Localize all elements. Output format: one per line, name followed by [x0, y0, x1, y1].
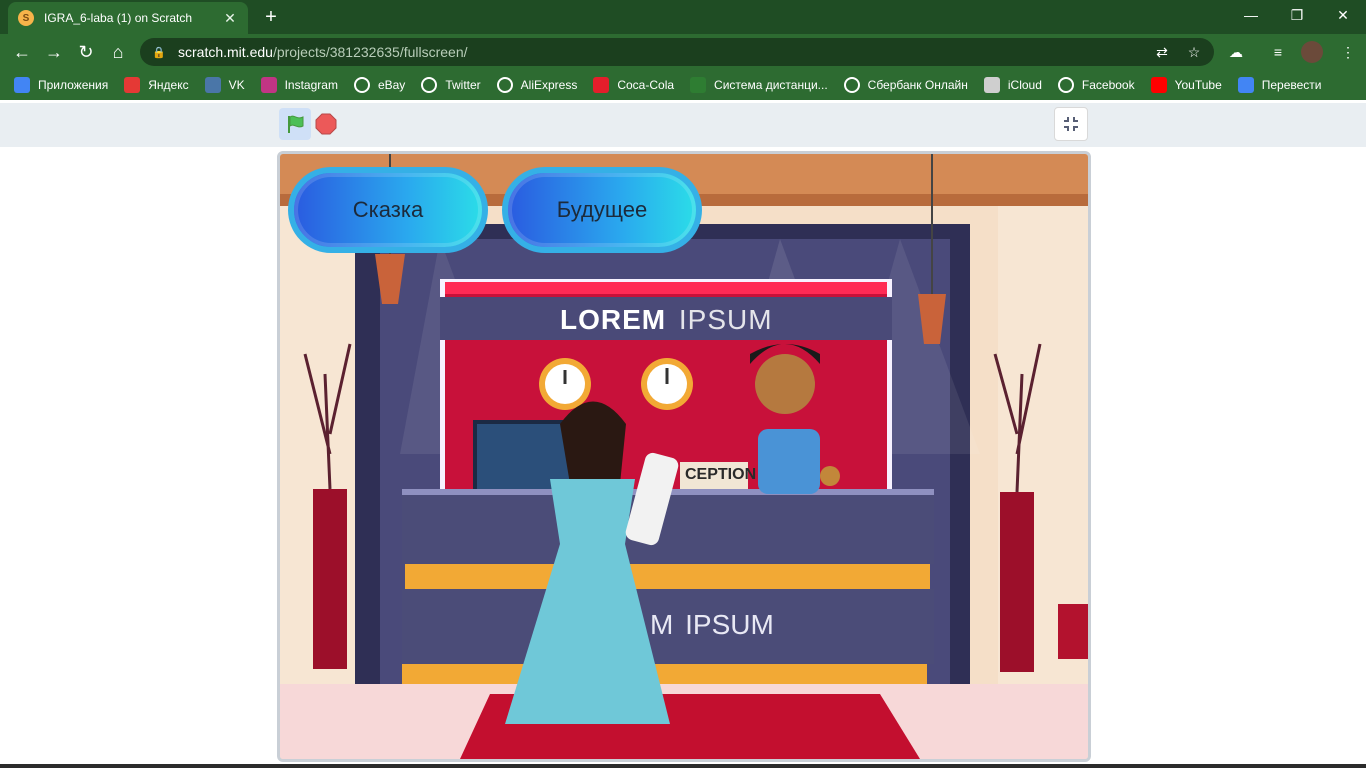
lock-icon: 🔒 — [152, 46, 166, 59]
bookmark-label: Система дистанци... — [714, 78, 828, 92]
bookmark-label: Яндекс — [148, 78, 189, 92]
bookmark-item[interactable]: YouTube — [1150, 77, 1222, 93]
bookmark-label: Twitter — [445, 78, 481, 92]
skazka-button-label: Сказка — [352, 197, 424, 222]
bookmark-item[interactable]: iCloud — [983, 77, 1042, 93]
coca-cola-icon — [593, 77, 610, 93]
green-flag-button[interactable] — [279, 108, 311, 140]
bookmark-item[interactable]: AliExpress — [496, 77, 578, 93]
bookmark-label: Coca-Cola — [617, 78, 675, 92]
desk-sign-light: IPSUM — [685, 609, 774, 640]
bookmark-item[interactable]: eBay — [353, 77, 406, 93]
bookmark-item[interactable]: Система дистанци... — [690, 77, 828, 93]
bookmark-label: Instagram — [284, 78, 338, 92]
bookmark-label: AliExpress — [520, 78, 578, 92]
bookmarks-bar: Приложения Яндекс VK Instagram eBay Twitter Al… — [0, 70, 1366, 100]
bookmark-item[interactable]: Приложения — [14, 77, 108, 93]
bookmark-star-icon[interactable]: ☆ — [1180, 38, 1208, 66]
scratch-controls-bar — [0, 103, 1366, 147]
globe-icon — [353, 77, 370, 93]
budushchee-button-label: Будущее — [556, 197, 648, 222]
translate-icon — [1237, 77, 1254, 93]
budushchee-button[interactable]: Будущее — [502, 167, 702, 253]
forward-button[interactable]: → — [40, 38, 68, 66]
lorem-sign: LOREM IPSUM — [560, 304, 773, 336]
bookmark-item[interactable]: Coca-Cola — [593, 77, 674, 93]
bookmark-item[interactable]: Сбербанк Онлайн — [843, 77, 968, 93]
desk-sign-partial: M — [650, 609, 674, 640]
translate-page-icon[interactable]: ⇄ — [1148, 38, 1176, 66]
minimize-button[interactable]: — — [1228, 0, 1274, 30]
bookmark-label: YouTube — [1174, 78, 1222, 92]
profile-avatar[interactable] — [1298, 38, 1326, 66]
stop-sign-icon — [315, 113, 337, 135]
lorem-sign-light: IPSUM — [678, 304, 773, 335]
close-window-button[interactable]: ✕ — [1320, 0, 1366, 30]
stop-button[interactable] — [315, 113, 337, 135]
skazka-button[interactable]: Сказка — [288, 167, 488, 253]
reception-sign-text: CEPTION — [685, 466, 757, 483]
bookmark-item[interactable]: Twitter — [421, 77, 481, 93]
taskbar-edge — [0, 764, 1366, 768]
browser-toolbar: ← → ↻ ⌂ 🔒 scratch.mit.edu/projects/38123… — [0, 34, 1366, 70]
lorem-sign-bold: LOREM — [560, 304, 667, 335]
url-host: scratch.mit.edu — [178, 44, 273, 60]
home-button[interactable]: ⌂ — [104, 38, 132, 66]
tab-title: IGRA_6-laba (1) on Scratch — [44, 11, 193, 25]
apps-grid-icon — [14, 77, 30, 93]
bookmark-label: VK — [228, 78, 245, 92]
bookmark-label: iCloud — [1007, 78, 1042, 92]
url-path: /projects/381232635/fullscreen/ — [272, 44, 468, 60]
globe-icon — [1057, 77, 1074, 93]
menu-kebab-icon[interactable]: ⋮ — [1334, 38, 1362, 66]
desk-sign: M IPSUM — [650, 609, 774, 641]
bookmark-label: Сбербанк Онлайн — [867, 78, 968, 92]
tab-close-icon[interactable]: ✕ — [222, 10, 238, 26]
restore-button[interactable]: ❐ — [1274, 0, 1320, 30]
globe-icon — [496, 77, 513, 93]
scratch-stage[interactable]: LOREM IPSUM CEPTION M IPSUM Сказка Будущ… — [277, 151, 1091, 762]
back-button[interactable]: ← — [8, 38, 36, 66]
bookmark-label: Перевести — [1261, 78, 1322, 92]
globe-icon — [421, 77, 438, 93]
new-tab-button[interactable]: + — [258, 4, 284, 30]
yandex-icon — [124, 77, 141, 93]
bookmark-label: Приложения — [38, 78, 109, 92]
globe-icon — [843, 77, 860, 93]
bookmark-label: Facebook — [1081, 78, 1135, 92]
bookmark-item[interactable]: VK — [204, 77, 245, 93]
vk-icon — [204, 77, 221, 93]
green-flag-icon — [288, 115, 304, 133]
bookmark-item[interactable]: Яндекс — [124, 77, 189, 93]
apple-icon — [983, 77, 1000, 93]
bookmark-item[interactable]: Instagram — [260, 77, 338, 93]
tab-strip: S IGRA_6-laba (1) on Scratch ✕ + — ❐ ✕ — [0, 0, 1366, 34]
bookmark-item[interactable]: Facebook — [1057, 77, 1135, 93]
reception-sign: CEPTION — [685, 466, 756, 484]
browser-tab[interactable]: S IGRA_6-laba (1) on Scratch ✕ — [8, 2, 248, 34]
exit-fullscreen-button[interactable] — [1054, 107, 1088, 141]
address-bar[interactable]: 🔒 scratch.mit.edu/projects/381232635/ful… — [140, 38, 1214, 66]
exit-fullscreen-icon — [1064, 117, 1078, 131]
instagram-icon — [260, 77, 277, 93]
bookmark-label: eBay — [377, 78, 406, 92]
leaf-icon — [690, 77, 707, 93]
reload-button[interactable]: ↻ — [72, 38, 100, 66]
media-control-icon[interactable]: ≡ — [1264, 38, 1292, 66]
scratch-favicon-icon: S — [18, 10, 34, 26]
cloud-extension-icon[interactable]: ☁ — [1222, 38, 1250, 66]
youtube-icon — [1150, 77, 1167, 93]
bookmark-item[interactable]: Перевести — [1237, 77, 1322, 93]
